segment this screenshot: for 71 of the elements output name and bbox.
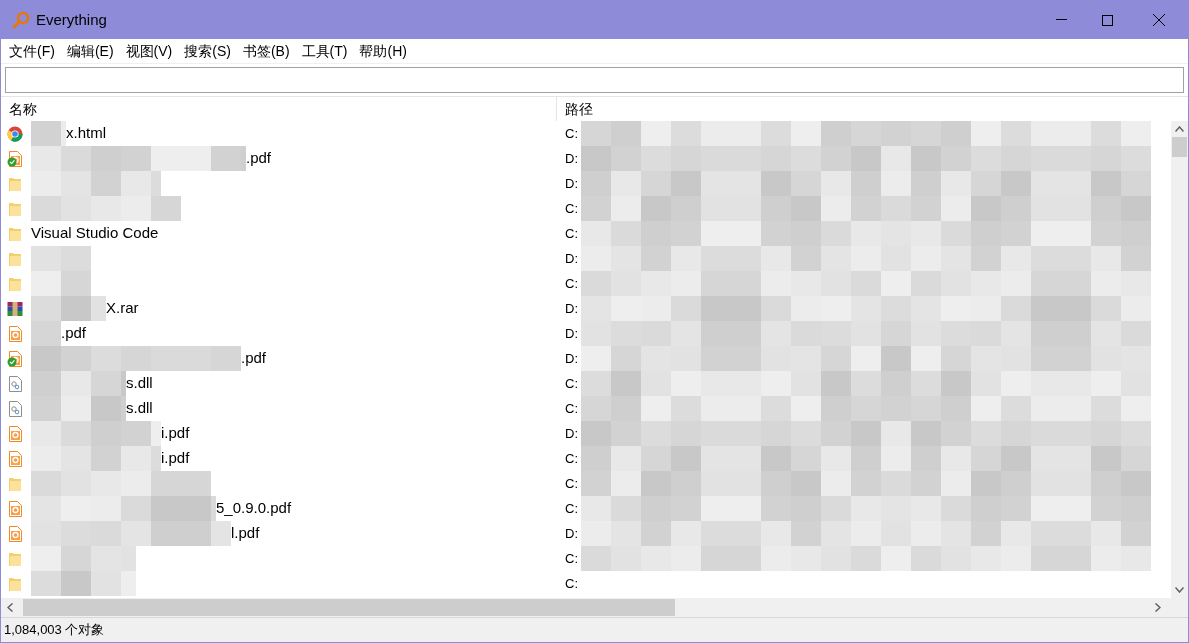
file-path: C:	[565, 574, 579, 593]
file-name: s.dll	[126, 398, 153, 419]
file-path: C:	[565, 124, 579, 143]
column-header[interactable]: 路径	[557, 97, 1171, 121]
pdf-file-icon	[7, 450, 23, 467]
file-name: Visual Studio Code	[31, 223, 159, 244]
file-name: l.pdf	[231, 523, 260, 544]
file-name: X.rar	[106, 298, 139, 319]
file-name: .pdf	[241, 348, 267, 369]
pdf-file-icon	[7, 525, 23, 542]
settings-file-icon	[7, 400, 23, 417]
file-name: .pdf	[61, 323, 87, 344]
globe-icon	[7, 125, 23, 142]
pdf-file-icon	[7, 325, 23, 342]
file-path: C:	[565, 224, 579, 243]
scrollbar-thumb[interactable]	[23, 599, 675, 616]
folder-icon	[7, 250, 23, 267]
folder-icon	[7, 225, 23, 242]
vertical-scrollbar[interactable]	[1171, 121, 1188, 598]
file-name: x.html	[66, 123, 106, 144]
file-name: .pdf	[246, 148, 272, 169]
file-path: C:	[565, 474, 579, 493]
redaction-mosaic	[31, 271, 91, 296]
folder-icon	[7, 475, 23, 492]
file-path: D:	[565, 249, 579, 268]
folder-icon	[7, 200, 23, 217]
file-path: C:	[565, 449, 579, 468]
menu-item[interactable]: 文件(F)	[4, 40, 60, 62]
file-path: D:	[565, 299, 579, 318]
file-path: D:	[565, 349, 579, 368]
close-icon	[1153, 14, 1165, 26]
menu-item[interactable]: 帮助(H)	[354, 40, 412, 62]
file-path: D:	[565, 424, 579, 443]
pdf-check-icon	[7, 350, 23, 367]
file-path: C:	[565, 274, 579, 293]
menu-item[interactable]: 书签(B)	[237, 40, 295, 62]
pdf-check-icon	[7, 150, 23, 167]
file-path: D:	[565, 324, 579, 343]
file-name: i.pdf	[161, 448, 190, 469]
file-path: D:	[565, 174, 579, 193]
magnifier-icon	[12, 11, 30, 29]
menu-item[interactable]: 工具(T)	[296, 40, 353, 62]
folder-icon	[7, 550, 23, 567]
redaction-mosaic	[31, 246, 91, 271]
search-field[interactable]	[5, 67, 1184, 93]
archive-icon	[7, 300, 23, 317]
menu-item[interactable]: 编辑(E)	[61, 40, 119, 62]
scrollbar-thumb[interactable]	[1172, 137, 1187, 157]
window-title: Everything	[36, 9, 107, 30]
pdf-file-icon	[7, 500, 23, 517]
file-path: D:	[565, 524, 579, 543]
file-path: C:	[565, 499, 579, 518]
file-path: C:	[565, 199, 579, 218]
status-text: 1,084,003 个对象	[4, 621, 105, 640]
maximize-icon	[1101, 14, 1113, 26]
menu-item[interactable]: 视图(V)	[120, 40, 178, 62]
folder-icon	[7, 175, 23, 192]
file-path: C:	[565, 374, 579, 393]
pdf-file-icon	[7, 425, 23, 442]
file-name: i.pdf	[161, 423, 190, 444]
folder-icon	[7, 575, 23, 592]
settings-file-icon	[7, 375, 23, 392]
folder-icon	[7, 275, 23, 292]
minimize-icon	[1055, 19, 1067, 21]
file-path: D:	[565, 149, 579, 168]
menu-item[interactable]: 搜索(S)	[179, 40, 236, 62]
horizontal-scrollbar[interactable]	[1, 598, 1188, 617]
file-name: s.dll	[126, 373, 153, 394]
file-path: C:	[565, 399, 579, 418]
file-name: 5_0.9.0.pdf	[216, 498, 292, 519]
file-path: C:	[565, 549, 579, 568]
